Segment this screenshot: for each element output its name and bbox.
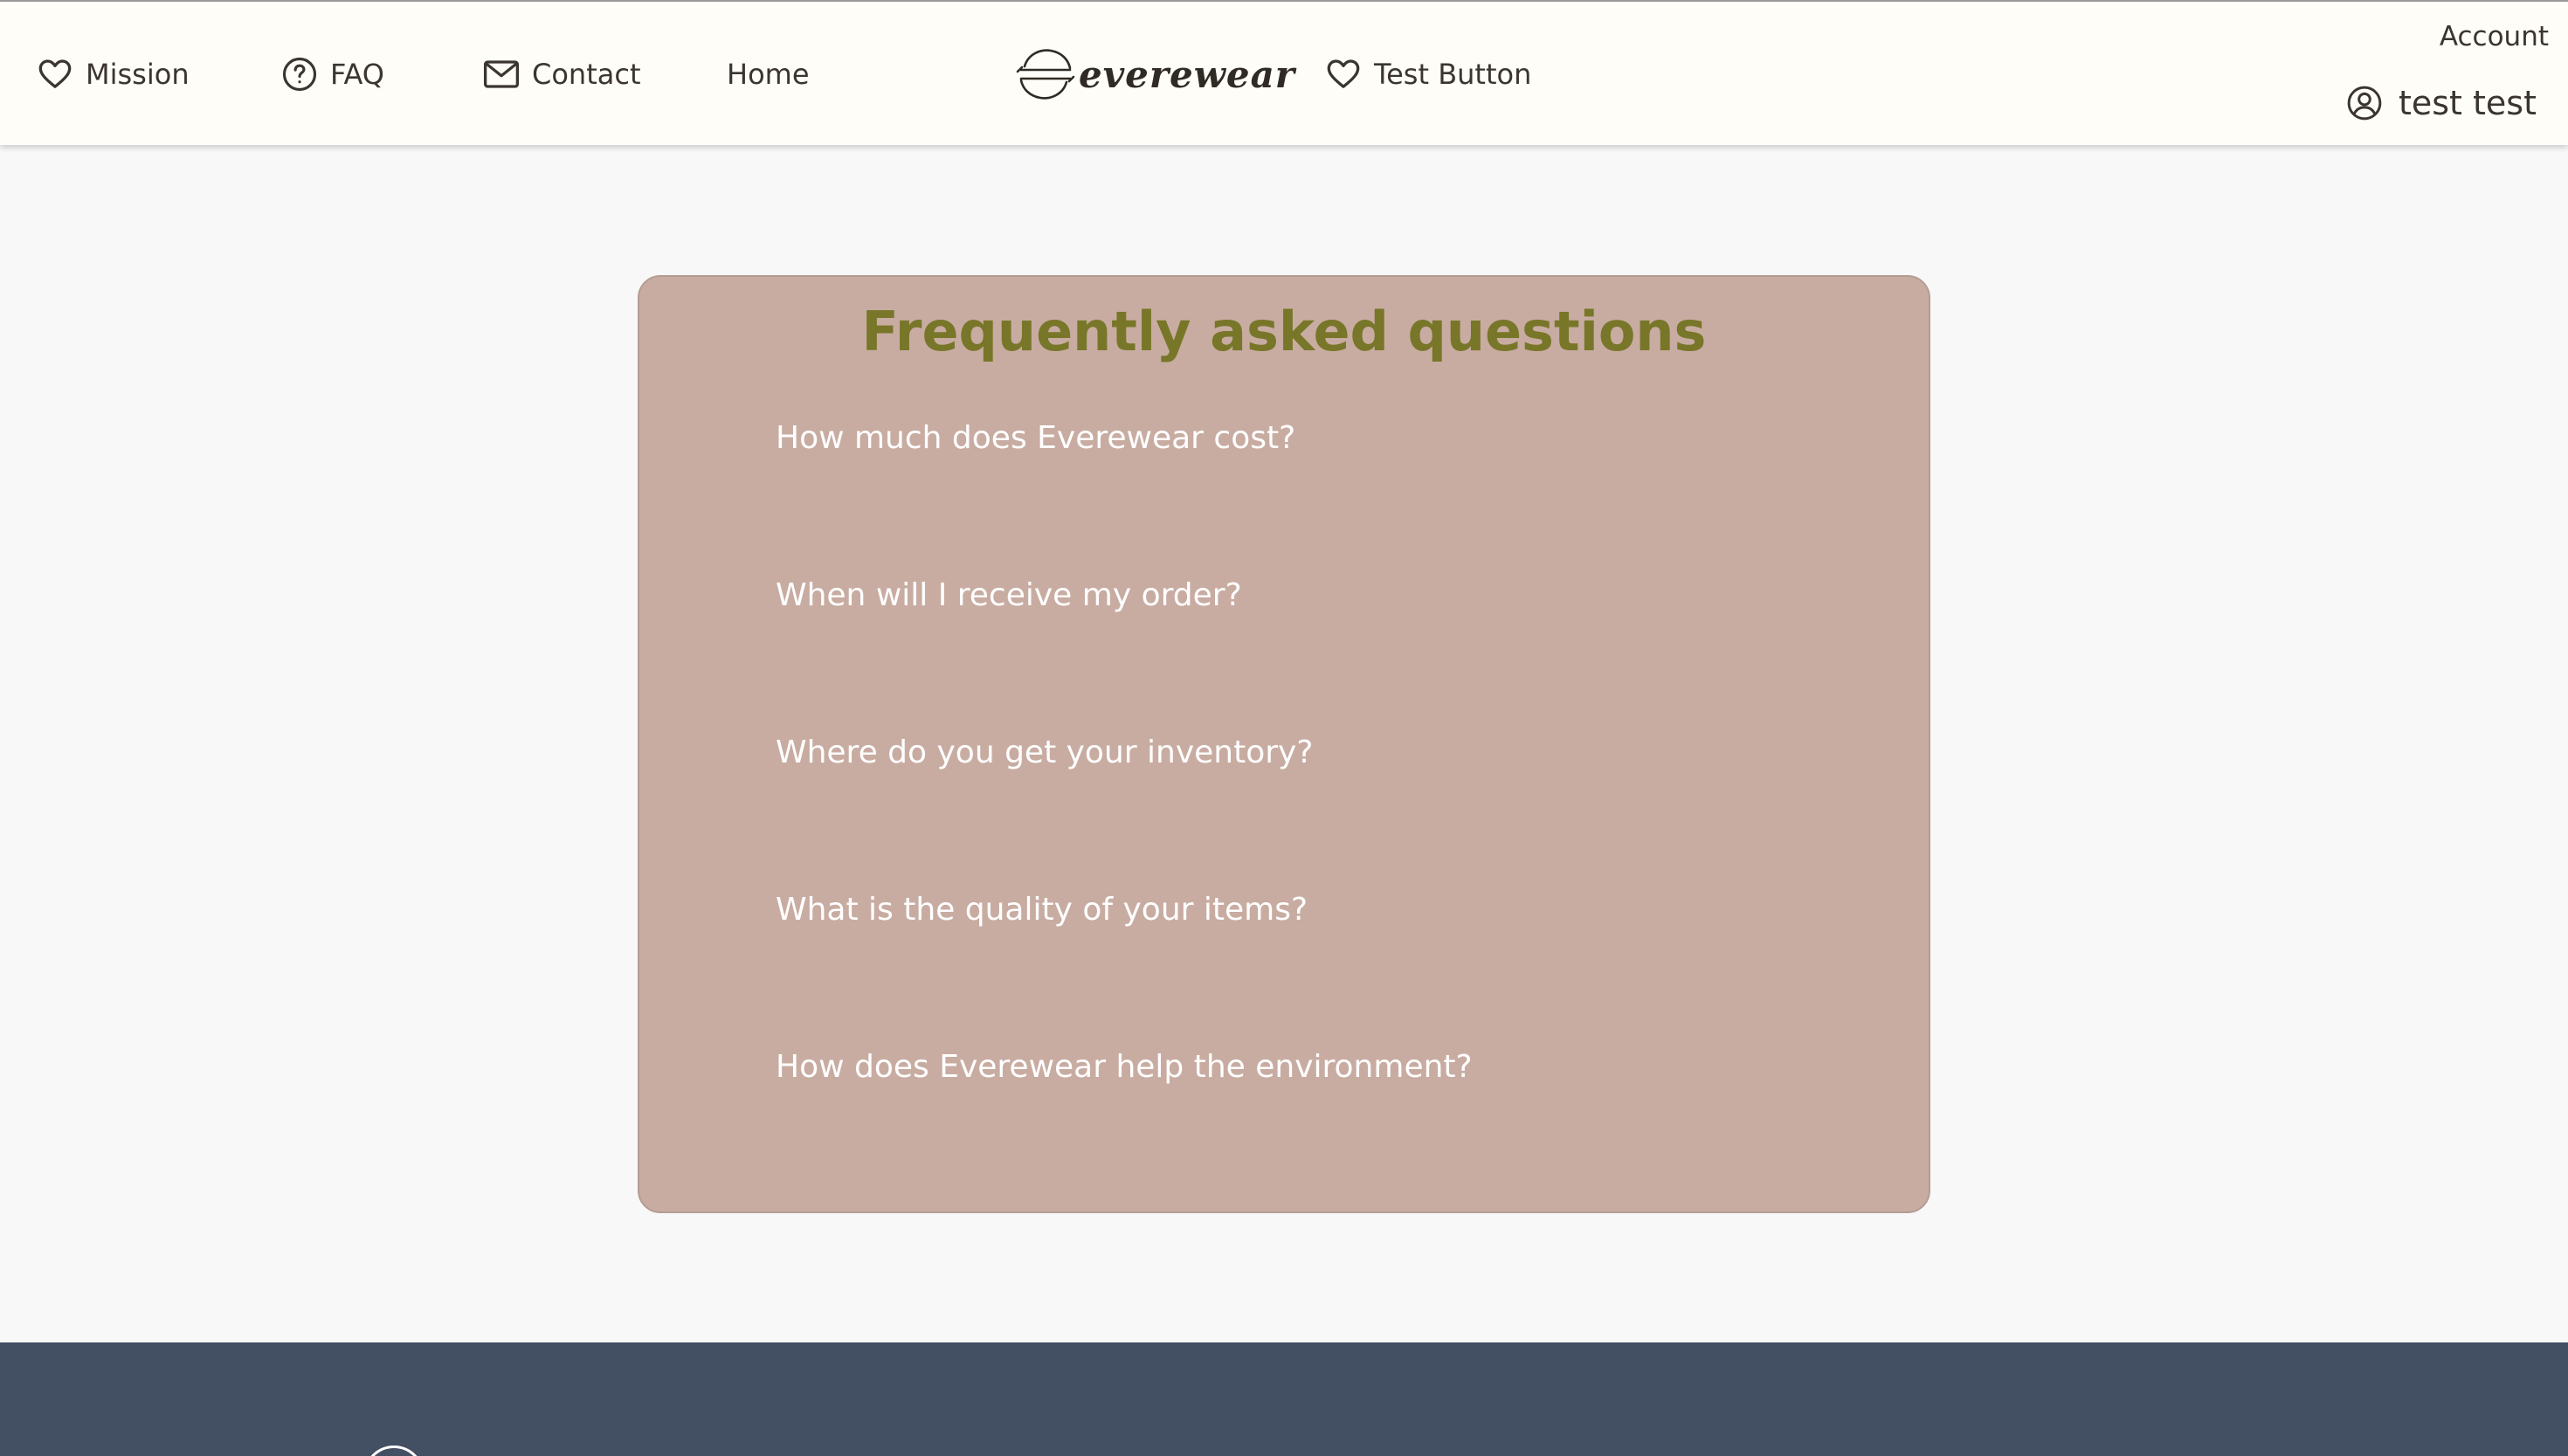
faq-list: How much does Everewear cost? When will … xyxy=(776,408,1473,1194)
mail-icon xyxy=(483,59,520,90)
nav-contact-link[interactable]: Contact xyxy=(483,52,641,96)
nav-faq-link[interactable]: FAQ xyxy=(281,52,384,96)
faq-card: Frequently asked questions How much does… xyxy=(638,275,1930,1213)
question-circle-icon xyxy=(281,56,318,93)
brand-name: everewear xyxy=(1079,52,1295,96)
nav-home-link[interactable]: Home xyxy=(727,52,810,96)
nav-faq-label: FAQ xyxy=(330,58,384,91)
heart-icon xyxy=(1325,57,1362,92)
faq-question[interactable]: When will I receive my order? xyxy=(776,565,1473,722)
faq-question[interactable]: How much does Everewear cost? xyxy=(776,408,1473,565)
faq-title: Frequently asked questions xyxy=(861,300,1707,363)
heart-icon xyxy=(37,57,73,92)
nav-mission-link[interactable]: Mission xyxy=(37,52,190,96)
top-navbar: Mission FAQ Contact Home everewear Test … xyxy=(0,0,2568,145)
brand-logo-link[interactable]: everewear xyxy=(1016,45,1295,103)
user-circle-icon xyxy=(2346,85,2383,121)
account-link[interactable]: Account xyxy=(2440,21,2549,52)
page: Mission FAQ Contact Home everewear Test … xyxy=(0,0,2568,1456)
faq-question[interactable]: Where do you get your inventory? xyxy=(776,722,1473,880)
test-button[interactable]: Test Button xyxy=(1325,52,1531,96)
footer-circle-icon xyxy=(363,1446,425,1456)
nav-home-label: Home xyxy=(727,58,810,91)
account-user-button[interactable]: test test xyxy=(2346,79,2537,128)
test-button-label: Test Button xyxy=(1374,58,1532,91)
nav-mission-label: Mission xyxy=(86,58,190,91)
account-user-name: test test xyxy=(2398,84,2537,122)
everewear-logo-icon xyxy=(1016,45,1075,103)
faq-question[interactable]: What is the quality of your items? xyxy=(776,880,1473,1037)
faq-question[interactable]: How does Everewear help the environment? xyxy=(776,1037,1473,1194)
nav-contact-label: Contact xyxy=(532,58,641,91)
footer xyxy=(0,1342,2568,1456)
